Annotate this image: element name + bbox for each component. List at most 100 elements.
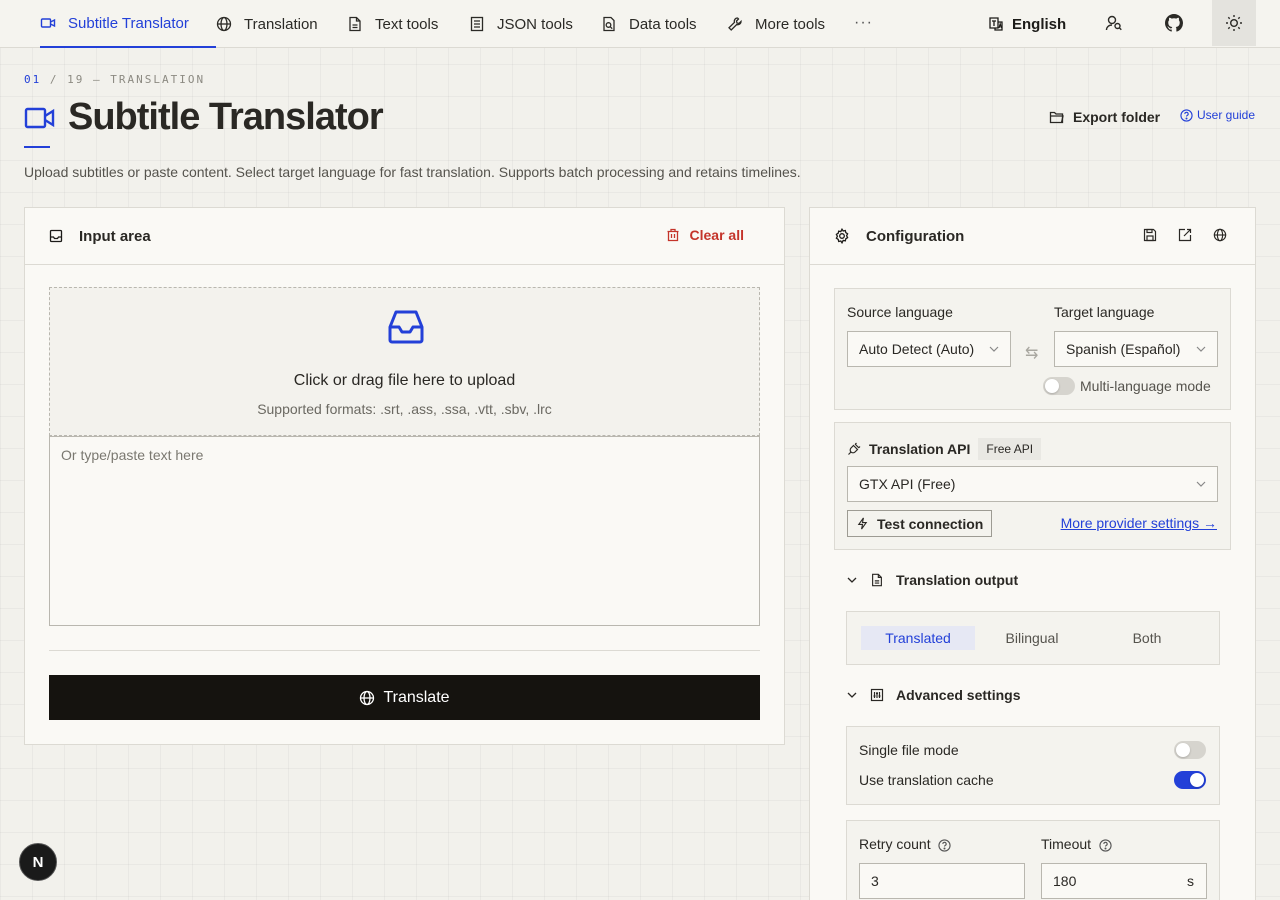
globe-icon[interactable] (1213, 228, 1227, 242)
translation-cache-toggle[interactable] (1174, 771, 1206, 789)
swap-languages-icon[interactable]: ⇆ (1025, 343, 1038, 363)
page-description: Upload subtitles or paste content. Selec… (24, 164, 801, 180)
upload-inbox-icon (387, 308, 425, 346)
page-title: Subtitle Translator (68, 96, 384, 138)
translation-output-title: Translation output (896, 572, 1019, 588)
search-document-icon (601, 16, 617, 32)
advanced-settings-header[interactable]: Advanced settings (846, 687, 1020, 703)
api-title: Translation API (869, 441, 971, 457)
translate-button[interactable]: Translate (49, 675, 760, 720)
nav-tab-subtitle-translator[interactable]: Subtitle Translator (40, 0, 216, 48)
free-api-badge: Free API (978, 438, 1042, 460)
api-provider-value: GTX API (Free) (859, 476, 956, 492)
video-icon (40, 15, 56, 31)
globe-icon (216, 16, 232, 32)
source-language-select[interactable]: Auto Detect (Auto) (847, 331, 1011, 367)
request-params-box: Retry count Timeout s (846, 820, 1220, 900)
chevron-down-icon (846, 574, 858, 586)
output-option-translated[interactable]: Translated (861, 626, 975, 650)
github-button[interactable] (1152, 0, 1196, 46)
api-provider-select[interactable]: GTX API (Free) (847, 466, 1218, 502)
target-language-select[interactable]: Spanish (Español) (1054, 331, 1218, 367)
nav-label: Translation (244, 15, 318, 33)
timeout-input[interactable] (1041, 863, 1207, 899)
nav-label: Subtitle Translator (68, 14, 189, 32)
upload-instruction: Click or drag file here to upload (293, 372, 516, 389)
timeout-unit: s (1187, 873, 1194, 889)
chevron-down-icon (1195, 478, 1207, 490)
user-guide-link[interactable]: User guide (1180, 108, 1255, 122)
plug-icon (847, 442, 861, 456)
nav-tab-translation[interactable]: Translation (216, 0, 318, 48)
export-folder-button[interactable]: Export folder (1049, 106, 1160, 128)
breadcrumb: 01 / 19 — TRANSLATION (24, 73, 205, 86)
target-language-value: Spanish (Español) (1066, 341, 1181, 357)
translation-api-settings: Translation API Free API GTX API (Free) … (834, 422, 1231, 550)
chevron-down-icon (846, 689, 858, 701)
nav-overflow-menu[interactable]: ··· (854, 14, 873, 32)
nav-tab-more-tools[interactable]: More tools (727, 0, 825, 48)
page-title-row: Subtitle Translator (24, 96, 384, 139)
video-camera-icon (24, 102, 56, 134)
nav-label: JSON tools (497, 15, 573, 33)
nav-label: Data tools (629, 15, 697, 33)
clear-all-button[interactable]: Clear all (666, 227, 744, 243)
wrench-icon (727, 16, 743, 32)
inbox-icon (49, 229, 63, 243)
gear-icon (834, 228, 850, 244)
upload-formats: Supported formats: .srt, .ass, .ssa, .vt… (257, 401, 552, 417)
dev-tools-badge[interactable]: N (19, 843, 57, 881)
nav-tab-data-tools[interactable]: Data tools (601, 0, 697, 48)
document-icon (347, 16, 363, 32)
user-guide-label: User guide (1197, 108, 1256, 122)
multi-language-toggle[interactable] (1043, 377, 1075, 395)
nav-label: More tools (755, 15, 826, 33)
retry-count-label: Retry count (859, 836, 952, 852)
chevron-down-icon (1195, 343, 1207, 355)
chevron-down-icon (988, 343, 1000, 355)
test-connection-label: Test connection (877, 515, 984, 532)
test-connection-button[interactable]: Test connection (847, 510, 993, 537)
github-icon (1165, 14, 1183, 32)
list-document-icon (469, 16, 485, 32)
input-panel-title: Input area (79, 227, 151, 245)
timeout-label: Timeout (1041, 836, 1112, 852)
translation-cache-label: Use translation cache (859, 772, 994, 788)
file-upload-dropzone[interactable]: Click or drag file here to upload Suppor… (49, 287, 760, 436)
source-language-label: Source language (847, 304, 953, 320)
language-switcher[interactable]: English (988, 0, 1066, 48)
user-search-icon (1105, 14, 1123, 32)
retry-count-input[interactable] (859, 863, 1025, 899)
sun-icon (1225, 14, 1243, 32)
language-settings: Source language Auto Detect (Auto) ⇆ Tar… (834, 288, 1231, 410)
help-circle-icon[interactable] (938, 839, 952, 852)
output-option-bilingual[interactable]: Bilingual (975, 626, 1089, 650)
export-folder-label: Export folder (1073, 109, 1161, 125)
breadcrumb-section: / 19 — TRANSLATION (41, 73, 206, 86)
target-language-label: Target language (1054, 304, 1155, 320)
help-circle-icon[interactable] (1099, 839, 1112, 852)
nav-tab-json-tools[interactable]: JSON tools (469, 0, 573, 48)
clear-all-label: Clear all (689, 227, 744, 243)
paste-text-input[interactable] (49, 436, 760, 626)
advanced-settings-title: Advanced settings (896, 687, 1021, 703)
timeout-text: Timeout (1041, 836, 1092, 852)
document-icon (870, 573, 884, 587)
nav-tab-text-tools[interactable]: Text tools (347, 0, 438, 48)
configuration-panel: Configuration Source language Auto Detec… (809, 207, 1256, 900)
account-button[interactable] (1092, 0, 1136, 46)
globe-icon (359, 690, 375, 706)
multi-language-label: Multi-language mode (1080, 378, 1211, 394)
divider (49, 650, 760, 651)
single-file-toggle[interactable] (1174, 741, 1206, 759)
output-option-both[interactable]: Both (1090, 626, 1204, 650)
output-mode-segmented: Translated Bilingual Both (846, 611, 1220, 665)
save-config-icon[interactable] (1143, 228, 1157, 242)
translation-output-header[interactable]: Translation output (846, 572, 1018, 588)
more-provider-settings-link[interactable]: More provider settings → (1061, 515, 1217, 531)
language-label: English (1012, 15, 1067, 33)
advanced-settings-box: Single file mode Use translation cache (846, 726, 1220, 805)
top-nav: Subtitle Translator Translation Text too… (0, 0, 1280, 48)
edit-config-icon[interactable] (1178, 228, 1192, 242)
theme-toggle-button[interactable] (1212, 0, 1256, 46)
